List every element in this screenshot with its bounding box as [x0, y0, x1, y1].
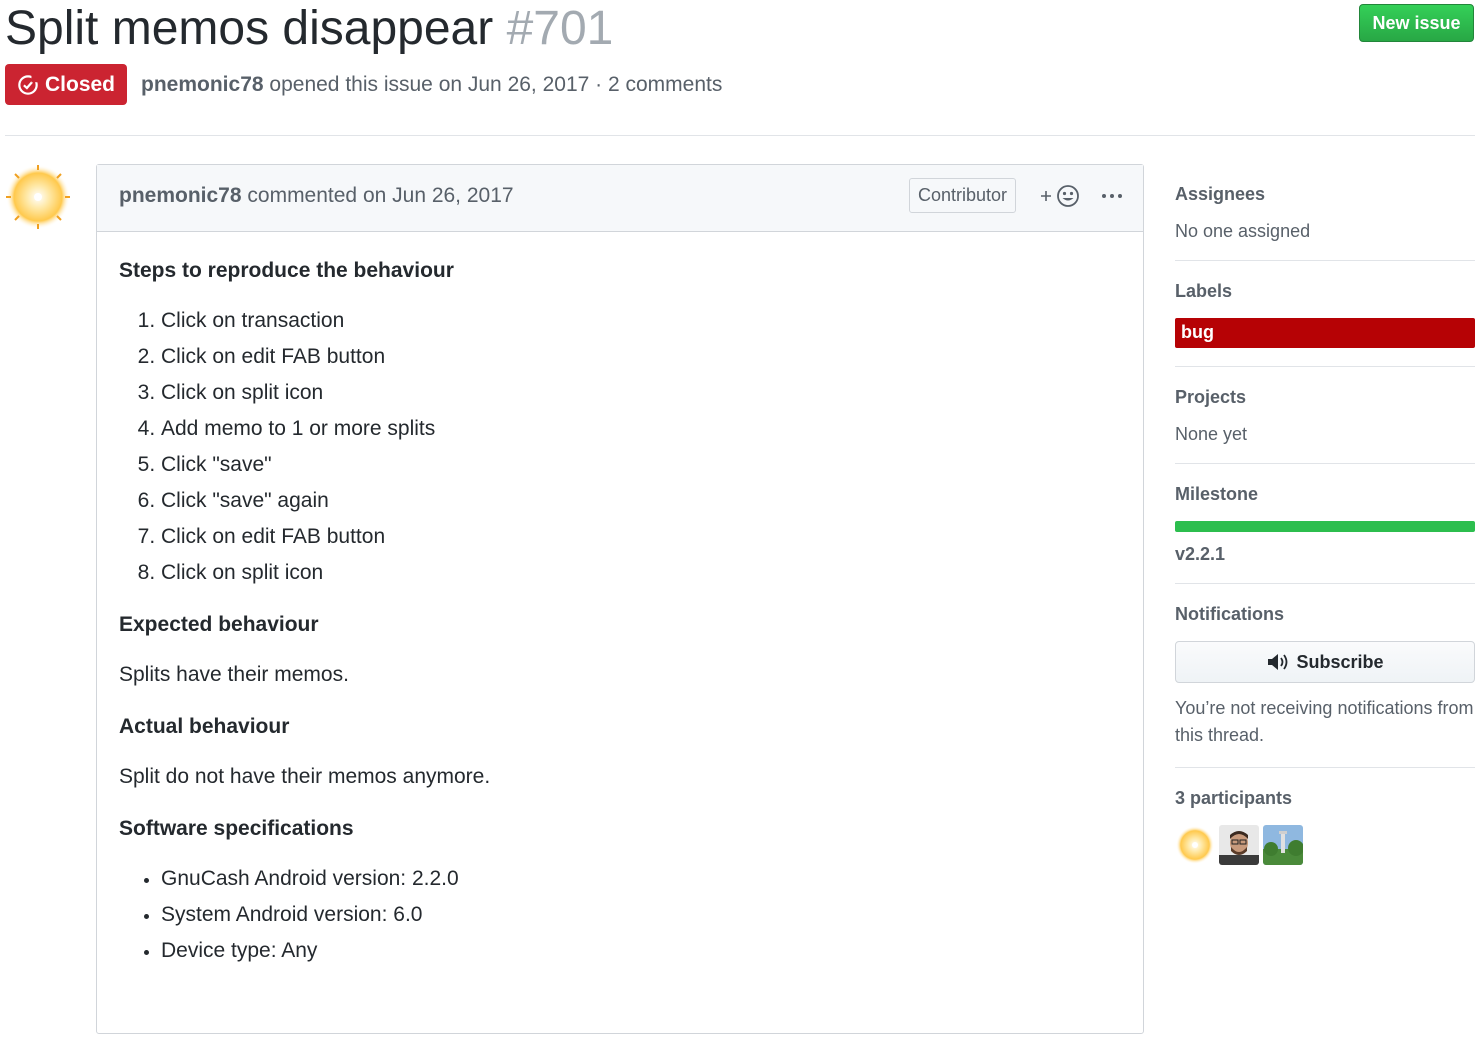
projects-section: Projects None yet: [1175, 387, 1475, 464]
list-item: Add memo to 1 or more splits: [161, 414, 1121, 444]
issue-sidebar: Assignees No one assigned Labels bug Pro…: [1175, 164, 1475, 865]
issue-title: Split memos disappear #701: [5, 0, 613, 58]
issue-number: #701: [506, 2, 614, 55]
milestone-title[interactable]: Milestone: [1175, 484, 1475, 505]
new-issue-button[interactable]: New issue: [1359, 4, 1474, 42]
list-item: Click on transaction: [161, 306, 1121, 336]
assignees-section: Assignees No one assigned: [1175, 184, 1475, 261]
status-label: Closed: [45, 72, 116, 96]
expected-heading: Expected behaviour: [119, 613, 319, 636]
specs-list: GnuCash Android version: 2.2.0 System An…: [119, 864, 1121, 966]
label-bug[interactable]: bug: [1175, 318, 1475, 348]
participants-title: 3 participants: [1175, 788, 1293, 808]
sunburst-avatar-icon: [6, 165, 70, 229]
subscribe-button[interactable]: Subscribe: [1175, 641, 1475, 683]
participants-avatars: [1175, 825, 1475, 865]
status-badge: Closed: [5, 64, 128, 105]
issue-comment: pnemonic78 commented on Jun 26, 2017 Con…: [96, 164, 1144, 1034]
comment-author-line: pnemonic78 commented on Jun 26, 2017: [119, 184, 514, 208]
avatar[interactable]: [1263, 825, 1303, 865]
specs-heading: Software specifications: [119, 817, 354, 840]
list-item: Click on edit FAB button: [161, 342, 1121, 372]
steps-list: Click on transaction Click on edit FAB b…: [119, 306, 1121, 588]
kebab-horizontal-icon: [1102, 194, 1122, 198]
issue-opened-text: opened this issue on Jun 26, 2017 · 2 co…: [269, 72, 723, 96]
comment-date[interactable]: commented on Jun 26, 2017: [247, 184, 513, 207]
milestone-section: Milestone v2.2.1: [1175, 484, 1475, 584]
list-item: Device type: Any: [161, 936, 1121, 966]
projects-title[interactable]: Projects: [1175, 387, 1475, 408]
notification-reason: You’re not receiving notifications from …: [1175, 698, 1474, 745]
comment-header: pnemonic78 commented on Jun 26, 2017 Con…: [97, 165, 1143, 232]
list-item: Click "save": [161, 450, 1121, 480]
participants-section: 3 participants: [1175, 788, 1475, 865]
list-item: System Android version: 6.0: [161, 900, 1121, 930]
list-item: Click on edit FAB button: [161, 522, 1121, 552]
avatar[interactable]: [1219, 825, 1259, 865]
issue-meta: Closed pnemonic78 opened this issue on J…: [5, 64, 722, 105]
unmute-icon: [1268, 654, 1288, 670]
expected-text: Splits have their memos.: [119, 663, 349, 686]
comment-author-link[interactable]: pnemonic78: [119, 184, 242, 207]
issue-title-row: Split memos disappear #701: [5, 0, 613, 58]
person-avatar-icon: [1219, 825, 1259, 865]
issue-closed-icon: [18, 73, 39, 95]
add-reaction-icon: [1041, 185, 1079, 207]
subscribe-label: Subscribe: [1296, 651, 1384, 672]
milestone-progress-bar: [1175, 521, 1475, 532]
avatar[interactable]: [1175, 825, 1215, 865]
list-item: Click "save" again: [161, 486, 1121, 516]
comment-body: Steps to reproduce the behaviour Click o…: [97, 232, 1143, 1012]
assignees-title[interactable]: Assignees: [1175, 184, 1475, 205]
issue-title-text: Split memos disappear: [5, 2, 494, 55]
landscape-avatar-icon: [1263, 825, 1303, 865]
avatar[interactable]: [5, 164, 71, 230]
list-item: GnuCash Android version: 2.2.0: [161, 864, 1121, 894]
add-reaction-button[interactable]: [1039, 183, 1081, 209]
projects-value: None yet: [1175, 424, 1248, 444]
milestone-link[interactable]: v2.2.1: [1175, 544, 1475, 565]
issue-meta-text: pnemonic78 opened this issue on Jun 26, …: [141, 73, 722, 97]
actual-heading: Actual behaviour: [119, 715, 290, 738]
list-item: Click on split icon: [161, 558, 1121, 588]
labels-title[interactable]: Labels: [1175, 281, 1475, 302]
sunburst-avatar-icon: [1176, 826, 1214, 864]
header-divider: [5, 135, 1475, 136]
labels-section: Labels bug: [1175, 281, 1475, 367]
notifications-section: Notifications Subscribe You’re not recei…: [1175, 604, 1475, 768]
steps-heading: Steps to reproduce the behaviour: [119, 259, 454, 282]
actual-text: Split do not have their memos anymore.: [119, 765, 491, 788]
notifications-title: Notifications: [1175, 604, 1285, 624]
list-item: Click on split icon: [161, 378, 1121, 408]
issue-author-link[interactable]: pnemonic78: [141, 73, 264, 96]
contributor-badge: Contributor: [909, 178, 1017, 213]
more-options-button[interactable]: [1101, 183, 1123, 214]
assignees-value: No one assigned: [1175, 221, 1311, 241]
